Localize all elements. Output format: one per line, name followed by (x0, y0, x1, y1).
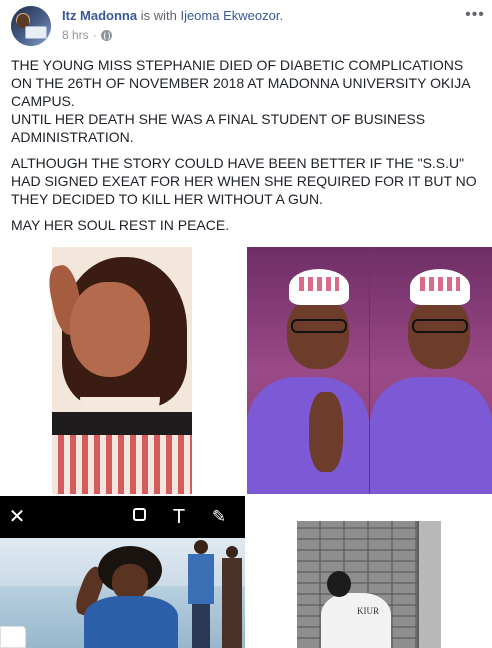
post-paragraph: THE YOUNG MISS STEPHANIE DIED OF DIABETI… (11, 57, 470, 109)
author-avatar[interactable] (11, 6, 51, 46)
more-options-icon[interactable]: ••• (464, 6, 486, 24)
meta-separator: · (92, 28, 97, 42)
photo-selfie-graduation[interactable] (0, 247, 245, 494)
photo-selfie-pair[interactable] (247, 247, 492, 494)
tagged-user-link[interactable]: Ijeoma Ekweozor. (180, 8, 283, 23)
text-tool-icon: T (172, 506, 186, 528)
photo-beach-snapshot[interactable]: ✕ T ✎ (0, 496, 245, 648)
sticker-icon (128, 506, 150, 528)
photo-black-and-white[interactable]: KIUR (247, 496, 492, 648)
author-name-link[interactable]: Itz Madonna (62, 8, 137, 23)
post-header: Itz Madonna is with Ijeoma Ekweozor. 8 h… (0, 0, 492, 50)
post-body: THE YOUNG MISS STEPHANIE DIED OF DIABETI… (11, 56, 481, 242)
post-paragraph: MAY HER SOUL REST IN PEACE. (11, 217, 230, 233)
photo-gallery: ✕ T ✎ KIUR (0, 247, 492, 648)
close-icon: ✕ (8, 506, 26, 528)
post-timestamp[interactable]: 8 hrs (62, 28, 89, 42)
with-text: is with (137, 8, 181, 23)
post-headline: Itz Madonna is with Ijeoma Ekweozor. (62, 8, 283, 23)
post-paragraph: UNTIL HER DEATH SHE WAS A FINAL STUDENT … (11, 111, 426, 145)
shirt-print-text: KIUR (357, 606, 379, 616)
post-paragraph: ALTHOUGH THE STORY COULD HAVE BEEN BETTE… (11, 155, 477, 207)
globe-icon[interactable] (100, 29, 112, 41)
pen-icon: ✎ (211, 507, 227, 526)
corner-overlay (0, 626, 26, 648)
post-meta: 8 hrs · (62, 28, 112, 42)
